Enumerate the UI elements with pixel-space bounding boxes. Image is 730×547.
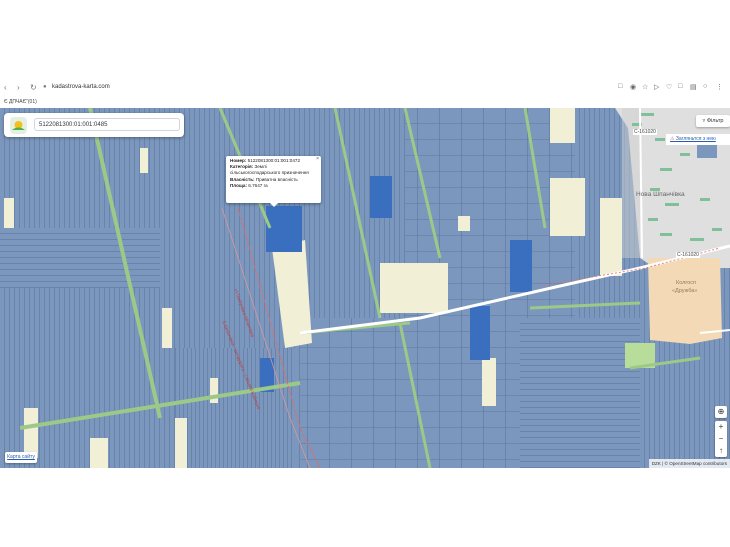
number-label: Номер:: [230, 158, 247, 163]
zoom-out-button[interactable]: −: [715, 433, 727, 445]
lock-icon: ●: [43, 84, 47, 90]
favorite-icon[interactable]: ♡: [666, 83, 672, 91]
warning-icon: ⚠: [670, 136, 675, 142]
install-icon[interactable]: □: [618, 83, 622, 90]
menu-icon[interactable]: ⋮: [716, 83, 723, 91]
area-label: Площа:: [230, 182, 247, 188]
road-code-label: С-161020: [676, 252, 700, 258]
village-label: Нова Шпанчівка: [636, 191, 685, 198]
popup-area-row: Площа: 6.7647 га: [230, 183, 317, 189]
extension-icon[interactable]: □: [678, 83, 682, 90]
category-label: Категорія:: [230, 164, 254, 170]
popup-category-row: Категорія: Землі сільськогосподарського …: [230, 164, 317, 176]
popup-tip: [270, 203, 278, 207]
camera-icon[interactable]: ◉: [630, 83, 636, 91]
complain-label: Загляньтся з нею: [675, 136, 716, 142]
parcel-field: [0, 228, 160, 288]
zoom-controls: + − ↑: [715, 421, 727, 457]
map-attribution: DZK | © OpenStreetMap contributors: [648, 459, 730, 468]
translate-icon[interactable]: ☆: [642, 83, 648, 91]
address-bar[interactable]: kadastrova-karta.com: [52, 84, 110, 90]
filter-label: Фільтр: [706, 118, 724, 124]
locate-button[interactable]: ⊕: [715, 406, 727, 418]
share-icon[interactable]: ▷: [654, 83, 659, 91]
close-icon[interactable]: ×: [316, 156, 319, 162]
parcel-field: [520, 318, 640, 468]
parcel-info-popup: × Номер: 5122081300:01:001:0472 Категорі…: [226, 156, 321, 207]
search-panel: 5122081300:01:001:0485: [4, 113, 184, 137]
profile-icon[interactable]: ○: [703, 83, 707, 90]
search-input[interactable]: 5122081300:01:001:0485: [34, 118, 180, 131]
zoom-in-button[interactable]: +: [715, 421, 727, 433]
cadastral-map[interactable]: Нова Шпанчівка С-161020 С-161020 Колгосп…: [0, 108, 730, 468]
collections-icon[interactable]: ▤: [690, 83, 697, 91]
site-map-link[interactable]: Карта сайту: [5, 452, 37, 463]
map-canvas[interactable]: [0, 108, 730, 468]
back-icon[interactable]: ‹: [4, 83, 7, 92]
bookmark-bar: Є ДПЧАЄ”(01): [0, 98, 730, 108]
complain-link[interactable]: ⚠ Загляньтся з нею: [666, 134, 730, 145]
bookmark-item[interactable]: Є ДПЧАЄ”(01): [4, 99, 37, 105]
forward-icon[interactable]: ›: [17, 83, 20, 92]
number-value: 5122081300:01:001:0472: [247, 158, 301, 163]
road-code-label: С-161020: [633, 129, 657, 135]
ownership-value: Приватна власність: [255, 176, 298, 182]
site-logo[interactable]: [10, 117, 27, 134]
north-arrow-button[interactable]: ↑: [715, 445, 727, 457]
filter-button[interactable]: ▿ Фільтр: [696, 115, 730, 127]
farm-label: Колгосп: [676, 280, 697, 286]
filter-icon: ▿: [702, 118, 706, 124]
ownership-label: Власність:: [230, 176, 255, 182]
parcel-field: [175, 348, 295, 468]
browser-toolbar: ‹ › ↻ ● kadastrova-karta.com □ ◉ ☆ ▷ ♡ □…: [0, 78, 730, 99]
reload-icon[interactable]: ↻: [30, 83, 37, 92]
area-value: 6.7647 га: [248, 182, 268, 188]
parcel-field: [300, 318, 410, 468]
farm-label: «Дружба»: [672, 288, 698, 294]
